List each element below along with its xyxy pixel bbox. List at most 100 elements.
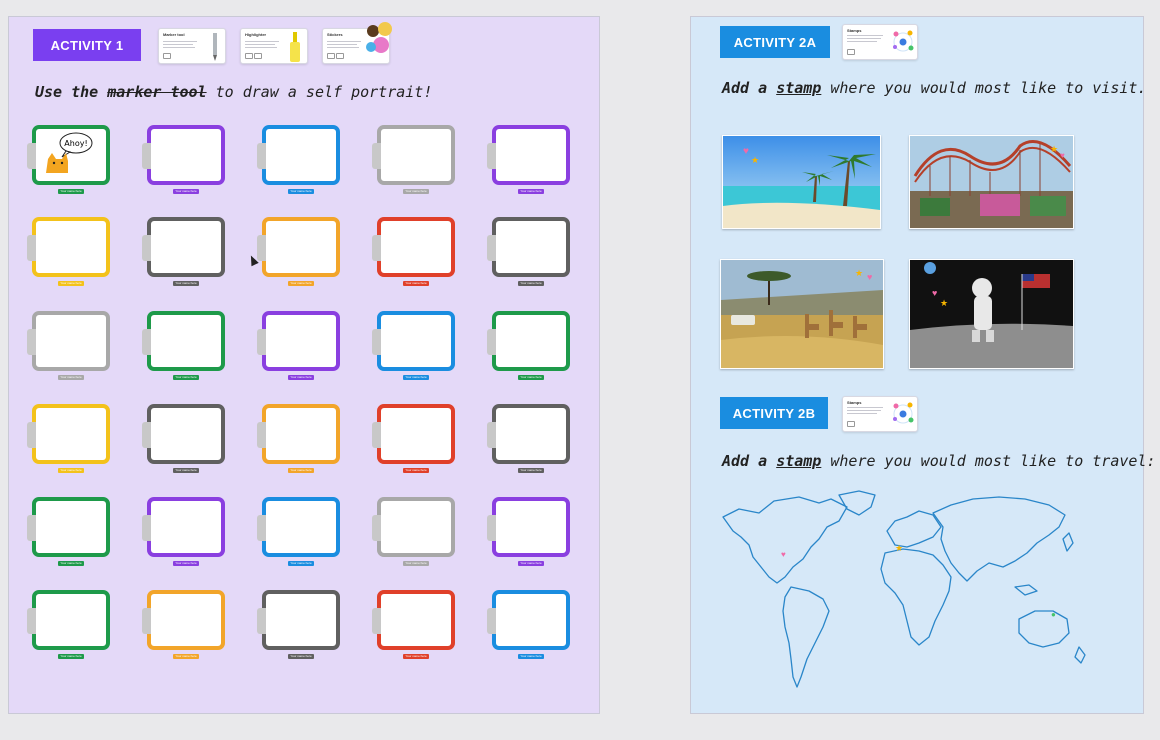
portrait-frame[interactable]: Your name here	[372, 497, 455, 566]
beach-photo[interactable]: ♥ ★	[722, 135, 881, 229]
name-tag[interactable]: Your name here	[288, 561, 314, 566]
name-tag[interactable]: Your name here	[288, 281, 314, 286]
portrait-frame[interactable]: Your name here	[372, 590, 455, 659]
portrait-frame[interactable]: Your name here	[487, 217, 570, 286]
name-tag[interactable]: Your name here	[58, 561, 84, 566]
name-tag[interactable]: Your name here	[173, 375, 199, 380]
portrait-frame[interactable]: Your name here	[487, 311, 570, 380]
frame-clip	[487, 329, 496, 355]
tool-card-title: Stamps	[847, 28, 862, 33]
portrait-frame[interactable]: Your name here	[372, 125, 455, 194]
svg-text:♥: ♥	[1060, 151, 1065, 160]
stamps-icon	[893, 402, 914, 424]
portrait-frame[interactable]: Your name here	[142, 404, 225, 473]
portrait-frame[interactable]: Your name here	[27, 217, 110, 286]
name-tag[interactable]: Your name here	[173, 281, 199, 286]
portrait-frame[interactable]: Your name here	[27, 311, 110, 380]
frame-clip	[142, 143, 151, 169]
tool-card-marker[interactable]: Marker tool	[158, 28, 226, 64]
portrait-frame[interactable]: Your name here	[257, 590, 340, 659]
name-tag[interactable]: Your name here	[173, 654, 199, 659]
portrait-frame[interactable]: Your name here	[142, 217, 225, 286]
portrait-frame[interactable]: Your name here	[142, 125, 225, 194]
frame-clip	[372, 235, 381, 261]
name-tag[interactable]: Your name here	[403, 189, 429, 194]
portrait-frame[interactable]: Your name here	[487, 125, 570, 194]
name-tag[interactable]: Your name here	[518, 375, 544, 380]
name-tag[interactable]: Your name here	[58, 281, 84, 286]
frame-clip	[372, 329, 381, 355]
portrait-frame[interactable]: Your name here	[142, 590, 225, 659]
fox-drawing: Ahoy!	[46, 132, 93, 173]
portrait-frame[interactable]: Your name here	[142, 311, 225, 380]
svg-text:★: ★	[751, 155, 759, 165]
portrait-frame[interactable]: Your name here	[257, 311, 340, 380]
name-tag[interactable]: Your name here	[58, 654, 84, 659]
portrait-frame[interactable]: Your name here	[257, 125, 340, 194]
frame-clip	[257, 422, 266, 448]
name-tag[interactable]: Your name here	[403, 561, 429, 566]
tool-card-highlighter[interactable]: Highlighter	[240, 28, 308, 64]
stamp-drop-icon: ●	[1051, 610, 1056, 619]
name-tag[interactable]: Your name here	[288, 468, 314, 473]
name-tag[interactable]: Your name here	[403, 281, 429, 286]
portrait-frame[interactable]: Your name here	[142, 497, 225, 566]
activity-2a-badge: ACTIVITY 2A	[720, 26, 830, 58]
world-map[interactable]: ♥ ★ ●	[719, 487, 1099, 697]
portrait-frame[interactable]: Your name here	[257, 217, 340, 286]
portrait-frame[interactable]: Your name here	[372, 311, 455, 380]
portrait-frame[interactable]: Your name here	[487, 497, 570, 566]
frame-clip	[27, 235, 36, 261]
name-tag[interactable]: Your name here	[173, 468, 199, 473]
portrait-frame[interactable]: Your name here Ahoy!	[27, 125, 110, 194]
activity-1-panel: ACTIVITY 1 Marker tool Highlighter Stick…	[8, 16, 600, 714]
portrait-frame[interactable]: Your name here	[487, 590, 570, 659]
frame-clip	[257, 608, 266, 634]
portrait-frame[interactable]: Your name here	[487, 404, 570, 473]
svg-text:★: ★	[1050, 144, 1058, 154]
name-tag[interactable]: Your name here	[518, 281, 544, 286]
activity-1-instruction: Use the marker tool to draw a self portr…	[35, 83, 433, 101]
tool-card-title: Highlighter	[245, 32, 267, 37]
name-tag[interactable]: Your name here	[518, 654, 544, 659]
name-tag[interactable]: Your name here	[518, 468, 544, 473]
frame-clip	[257, 515, 266, 541]
tool-card-stickers[interactable]: Stickers	[322, 22, 392, 64]
stamp-tool-card-2a[interactable]: Stamps	[842, 24, 918, 60]
portrait-frame[interactable]: Your name here	[257, 404, 340, 473]
name-tag[interactable]: Your name here	[173, 561, 199, 566]
name-tag[interactable]: Your name here	[58, 375, 84, 380]
frame-clip	[27, 608, 36, 634]
stamps-icon	[893, 30, 914, 52]
name-tag[interactable]: Your name here	[173, 189, 199, 194]
name-tag[interactable]: Your name here	[288, 375, 314, 380]
frame-clip	[27, 329, 36, 355]
tool-card-title: Marker tool	[163, 32, 185, 37]
frame-clip	[142, 235, 151, 261]
portrait-frame[interactable]: Your name here	[372, 217, 455, 286]
frame-clip	[487, 515, 496, 541]
portrait-frame[interactable]: Your name here	[372, 404, 455, 473]
frame-clip	[372, 143, 381, 169]
frame-clip	[142, 608, 151, 634]
activity-1-badge: ACTIVITY 1	[33, 29, 141, 61]
stamp-tool-card-2b[interactable]: Stamps	[842, 396, 918, 432]
safari-photo[interactable]: ★ ♥	[720, 259, 884, 369]
moon-photo[interactable]: ♥ ★	[909, 259, 1074, 369]
name-tag[interactable]: Your name here	[403, 654, 429, 659]
name-tag[interactable]: Your name here	[58, 468, 84, 473]
name-tag[interactable]: Your name here	[518, 189, 544, 194]
svg-text:★: ★	[940, 298, 948, 308]
portrait-frame[interactable]: Your name here	[257, 497, 340, 566]
name-tag[interactable]: Your name here	[403, 468, 429, 473]
name-tag[interactable]: Your name here	[58, 189, 84, 194]
name-tag[interactable]: Your name here	[288, 189, 314, 194]
name-tag[interactable]: Your name here	[518, 561, 544, 566]
svg-text:♥: ♥	[867, 272, 872, 282]
portrait-frame[interactable]: Your name here	[27, 404, 110, 473]
name-tag[interactable]: Your name here	[403, 375, 429, 380]
theme-park-photo[interactable]: ★ ♥	[909, 135, 1074, 229]
portrait-frame[interactable]: Your name here	[27, 497, 110, 566]
name-tag[interactable]: Your name here	[288, 654, 314, 659]
portrait-frame[interactable]: Your name here	[27, 590, 110, 659]
